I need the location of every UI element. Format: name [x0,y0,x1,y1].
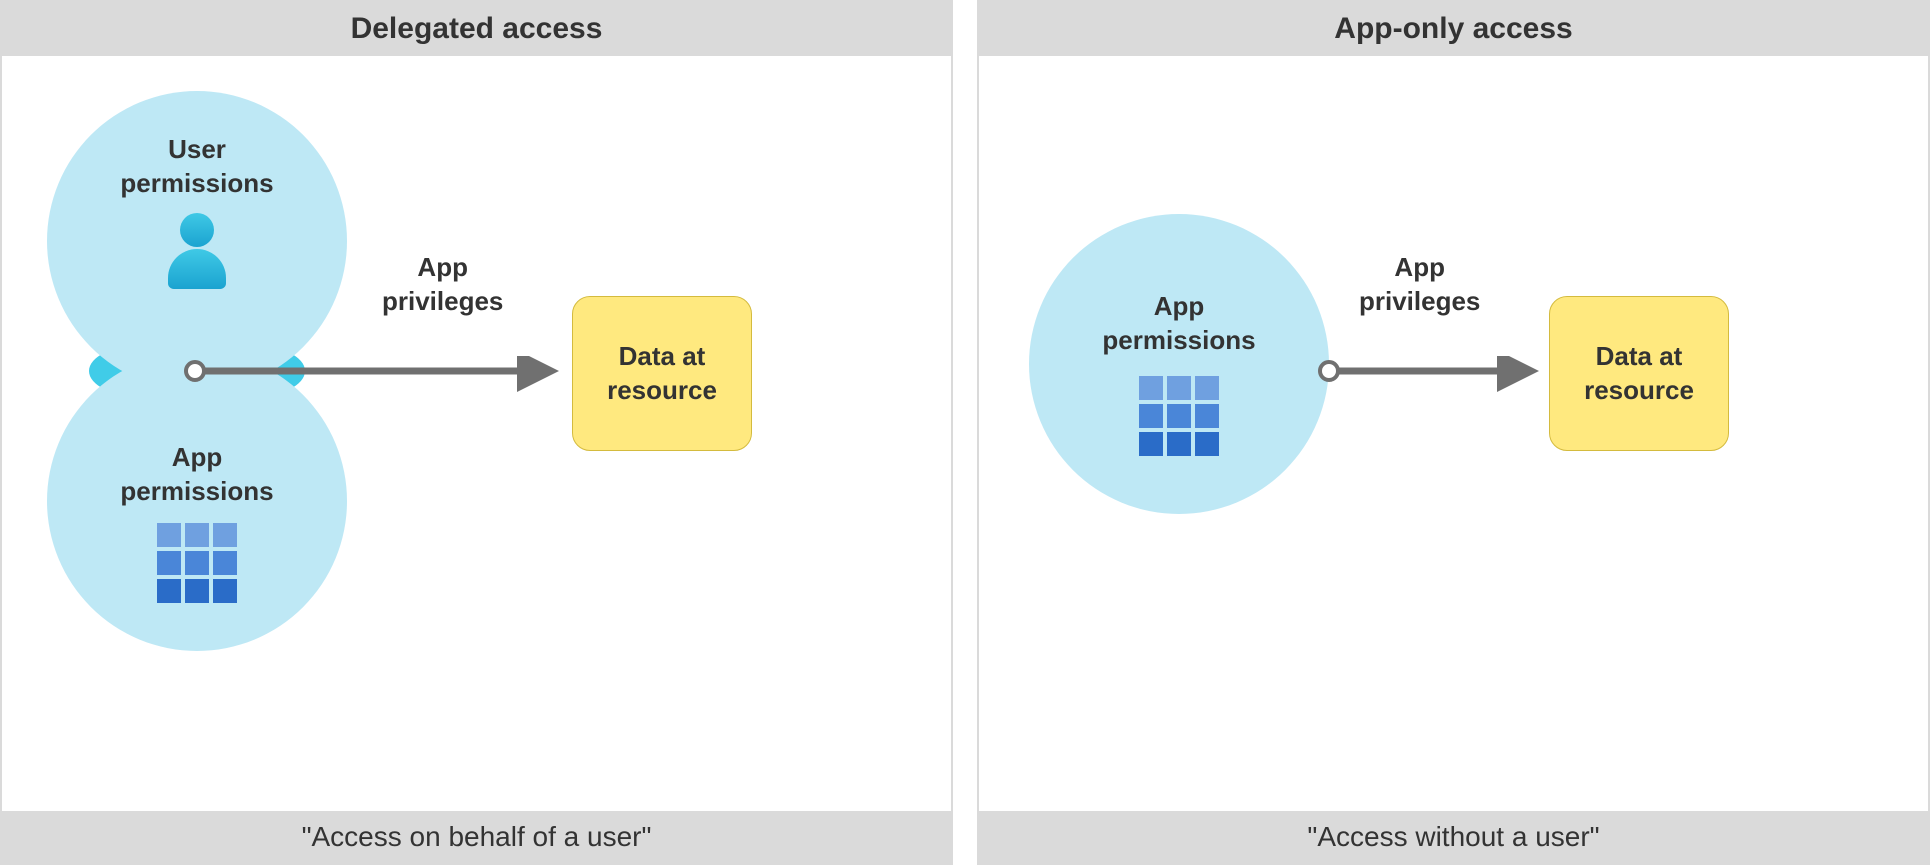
app-permissions-circle-left: Apppermissions [47,351,347,651]
delegated-access-panel: Delegated access Userpermissions Appperm… [0,0,953,865]
app-permissions-circle-right: Apppermissions [1029,214,1329,514]
app-privileges-label-left: Appprivileges [382,251,503,319]
arrow-right [1314,356,1559,396]
app-grid-icon [1139,376,1219,456]
user-permissions-label: Userpermissions [120,133,273,201]
panel-title-left: Delegated access [2,2,951,56]
data-resource-box-right: Data atresource [1549,296,1729,451]
user-icon [163,213,231,289]
app-only-access-panel: App-only access Apppermissions Appprivil… [977,0,1930,865]
app-permissions-label-right: Apppermissions [1102,290,1255,358]
panel-title-right: App-only access [979,2,1928,56]
panel-body-right: Apppermissions Appprivileges Data atreso… [979,56,1928,811]
user-permissions-circle: Userpermissions [47,91,347,391]
panel-footer-left: "Access on behalf of a user" [2,811,951,863]
panel-footer-right: "Access without a user" [979,811,1928,863]
panel-body-left: Userpermissions Apppermissions [2,56,951,811]
data-resource-box-left: Data atresource [572,296,752,451]
app-permissions-label-left: Apppermissions [120,441,273,509]
arrow-left [180,356,580,396]
app-grid-icon [157,523,237,603]
app-privileges-label-right: Appprivileges [1359,251,1480,319]
data-resource-label-right: Data atresource [1584,340,1694,408]
data-resource-label-left: Data atresource [607,340,717,408]
